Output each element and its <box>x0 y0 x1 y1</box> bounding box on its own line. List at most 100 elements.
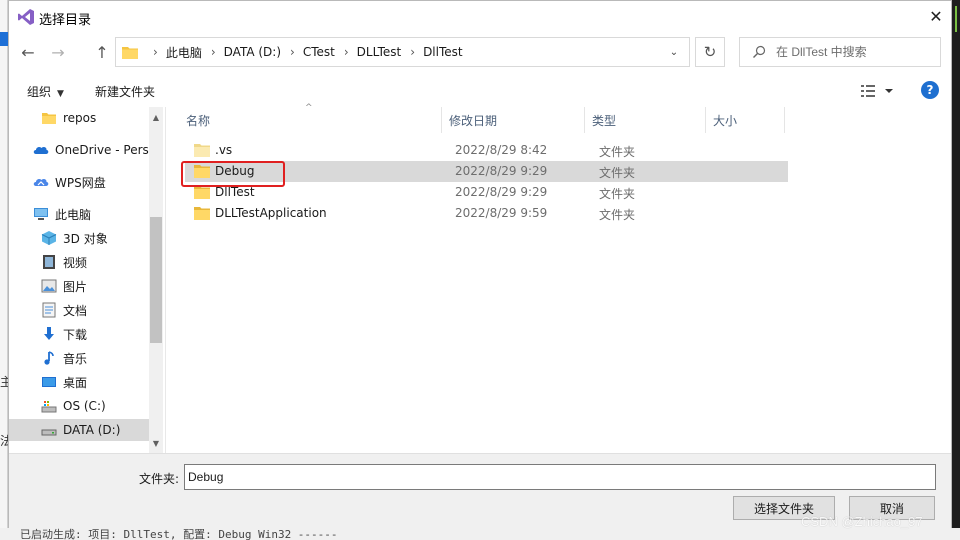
ide-right-accent <box>955 6 957 32</box>
breadcrumb-dlltest-parent[interactable]: DLLTest <box>357 45 402 59</box>
folder-field-label: 文件夹: <box>139 472 180 486</box>
navigation-pane: repos OneDrive - Perso WPS网盘 此电脑 3D 对象 视… <box>9 107 163 453</box>
breadcrumb-separator: › <box>410 45 416 59</box>
file-row-dlltest[interactable]: DllTest 2022/8/29 9:29 文件夹 <box>185 182 788 203</box>
column-header-size[interactable]: 大小 <box>706 107 784 133</box>
sidebar-item-onedrive[interactable]: OneDrive - Perso <box>9 139 156 161</box>
search-input[interactable] <box>776 44 926 60</box>
new-folder-button[interactable]: 新建文件夹 <box>95 83 155 100</box>
ide-right-edge <box>952 0 960 540</box>
watermark: CSDN @Zhichao_97 <box>801 514 923 529</box>
file-row-vs[interactable]: .vs 2022/8/29 8:42 文件夹 <box>185 140 788 161</box>
breadcrumb: › 此电脑 › DATA (D:) › CTest › DLLTest › Dl… <box>144 38 463 66</box>
caret-down-icon: ▼ <box>57 89 64 99</box>
sidebar-item-drive-c[interactable]: OS (C:) <box>9 395 149 417</box>
select-directory-dialog: 选择目录 ✕ ← → ↑ › 此电脑 › DATA (D:) › CTest ›… <box>8 0 952 528</box>
sidebar-item-repos[interactable]: repos <box>9 107 149 129</box>
new-folder-label: 新建文件夹 <box>95 85 156 99</box>
sidebar-item-3d-objects[interactable]: 3D 对象 <box>9 227 149 249</box>
folder-icon <box>194 165 210 178</box>
sidebar-item-desktop[interactable]: 桌面 <box>9 371 149 393</box>
view-options-icon[interactable] <box>859 82 899 100</box>
visual-studio-icon <box>18 9 34 25</box>
onedrive-icon <box>33 146 49 154</box>
sidebar-item-downloads[interactable]: 下载 <box>9 323 149 345</box>
folder-icon <box>42 113 56 124</box>
organize-menu-button[interactable]: 组织 ▼ <box>27 83 64 100</box>
column-header-type[interactable]: 类型 <box>585 107 705 133</box>
file-row-debug[interactable]: Debug 2022/8/29 9:29 文件夹 <box>185 161 788 182</box>
arrow-right-icon: → <box>51 42 65 62</box>
breadcrumb-dlltest[interactable]: DllTest <box>423 45 463 59</box>
chevron-down-icon: ⌄ <box>669 46 679 58</box>
refresh-button[interactable]: ↻ <box>695 37 725 67</box>
sidebar-item-label: 视频 <box>63 255 88 270</box>
sidebar-item-label: 文档 <box>63 303 88 318</box>
file-type: 文件夹 <box>599 145 636 159</box>
sidebar-item-label: 图片 <box>63 279 88 294</box>
search-box[interactable] <box>739 37 941 67</box>
column-header-label: 类型 <box>592 113 617 128</box>
sidebar-item-pictures[interactable]: 图片 <box>9 275 149 297</box>
breadcrumb-ctest[interactable]: CTest <box>303 45 335 59</box>
desktop-icon <box>42 377 56 387</box>
title-bar: 选择目录 ✕ <box>9 1 951 33</box>
sidebar-item-label: 音乐 <box>63 351 88 366</box>
sidebar-item-label: OneDrive - Perso <box>55 143 157 157</box>
sidebar-item-label: 下载 <box>63 327 88 342</box>
column-header-date[interactable]: 修改日期 <box>442 107 584 133</box>
file-name: Debug <box>215 164 255 178</box>
documents-icon <box>42 302 56 318</box>
sidebar-item-videos[interactable]: 视频 <box>9 251 149 273</box>
column-header-label: 修改日期 <box>449 113 498 128</box>
address-bar[interactable]: › 此电脑 › DATA (D:) › CTest › DLLTest › Dl… <box>115 37 690 67</box>
navigation-pane-scrollbar[interactable]: ▲ ▼ <box>149 107 163 453</box>
download-icon <box>44 327 54 340</box>
help-button[interactable]: ? <box>921 81 939 99</box>
dialog-title: 选择目录 <box>39 13 92 28</box>
ide-left-edge: 主 法 <box>0 0 12 540</box>
sidebar-item-label: OS (C:) <box>63 399 106 413</box>
ide-output-text: 已启动生成: 项目: DllTest, 配置: Debug Win32 ----… <box>20 528 338 540</box>
breadcrumb-separator: › <box>290 45 295 59</box>
ide-output-strip: 已启动生成: 项目: DllTest, 配置: Debug Win32 ----… <box>0 528 960 540</box>
address-dropdown-button[interactable]: ⌄ <box>665 43 683 61</box>
pane-divider <box>165 107 166 453</box>
arrow-up-icon: ↑ <box>95 42 109 62</box>
file-row-dlltestapplication[interactable]: DLLTestApplication 2022/8/29 9:59 文件夹 <box>185 203 788 224</box>
sidebar-item-wps-cloud[interactable]: WPS网盘 <box>9 171 149 193</box>
up-button[interactable]: ↑ <box>91 41 113 63</box>
sidebar-item-this-pc[interactable]: 此电脑 <box>9 203 149 225</box>
breadcrumb-separator: › <box>153 45 158 59</box>
3d-objects-icon <box>41 231 57 245</box>
sidebar-item-documents[interactable]: 文档 <box>9 299 149 321</box>
folder-icon <box>194 144 210 157</box>
column-divider[interactable] <box>784 107 785 133</box>
file-list: ^ 名称 修改日期 类型 大小 .vs 2022/8/29 8:42 文件夹 D… <box>179 103 951 453</box>
close-button[interactable]: ✕ <box>921 1 951 31</box>
help-icon: ? <box>926 83 934 97</box>
sidebar-item-label: 3D 对象 <box>63 231 108 246</box>
file-type: 文件夹 <box>599 208 636 222</box>
file-name: .vs <box>215 143 233 157</box>
forward-button[interactable]: → <box>47 41 69 63</box>
back-button[interactable]: ← <box>17 41 39 63</box>
sidebar-item-label: 桌面 <box>63 375 88 390</box>
folder-name-input[interactable] <box>184 464 936 490</box>
scroll-up-icon[interactable]: ▲ <box>149 109 163 125</box>
sidebar-item-drive-d[interactable]: DATA (D:) <box>9 419 149 441</box>
scrollbar-thumb[interactable] <box>150 217 162 343</box>
scroll-down-icon[interactable]: ▼ <box>149 435 163 451</box>
organize-label: 组织 <box>27 85 52 99</box>
music-icon <box>44 351 54 365</box>
ide-left-accent <box>0 32 8 46</box>
sidebar-item-music[interactable]: 音乐 <box>9 347 149 369</box>
breadcrumb-this-pc[interactable]: 此电脑 <box>166 44 202 61</box>
file-date: 2022/8/29 8:42 <box>455 143 548 157</box>
breadcrumb-data-drive[interactable]: DATA (D:) <box>224 45 281 59</box>
column-header-name[interactable]: 名称 <box>179 107 441 133</box>
file-type: 文件夹 <box>599 166 636 180</box>
arrow-left-icon: ← <box>21 42 35 62</box>
sidebar-item-label: 此电脑 <box>55 207 92 222</box>
sidebar-item-label: WPS网盘 <box>55 175 106 190</box>
